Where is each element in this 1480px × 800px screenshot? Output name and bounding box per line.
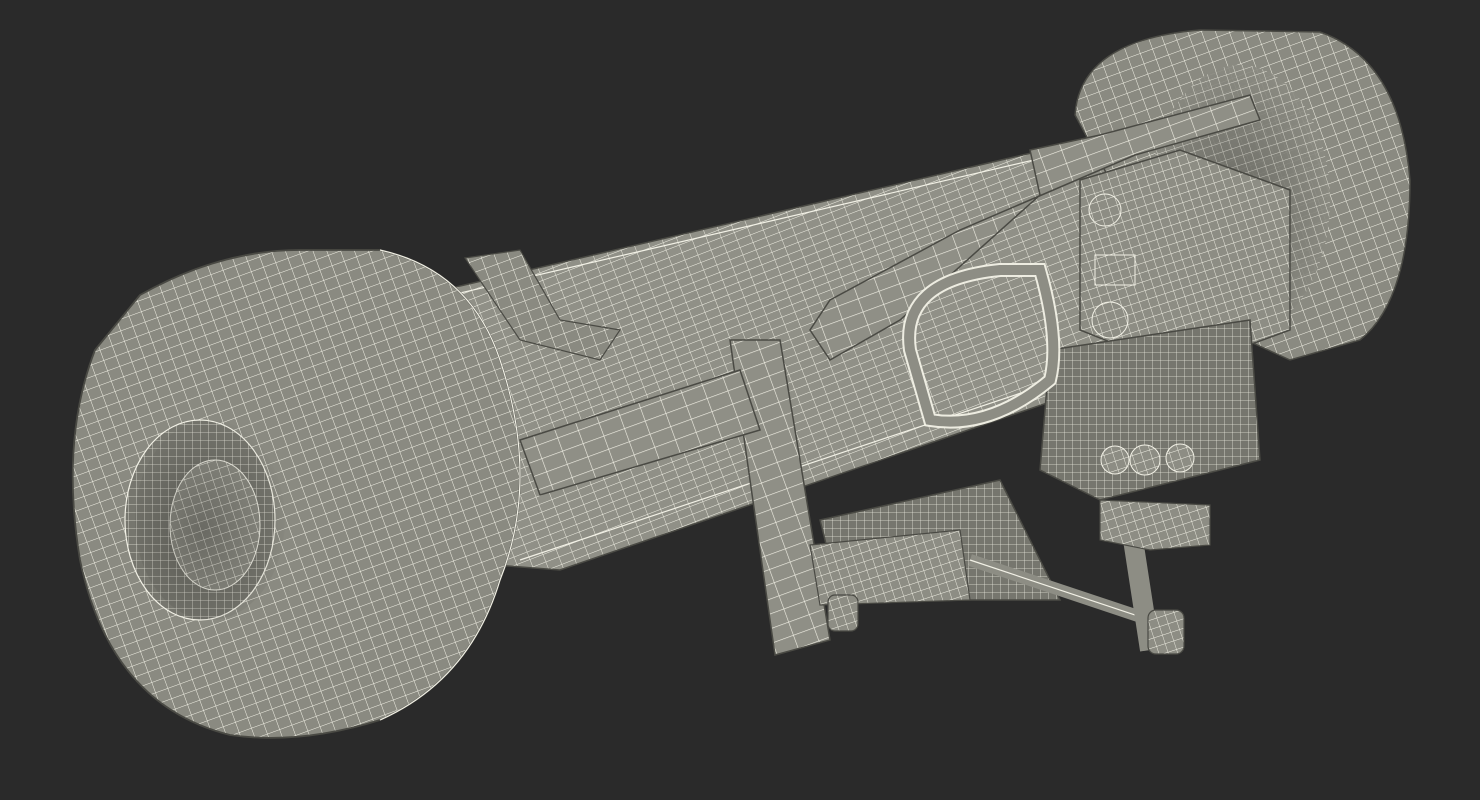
support-legs bbox=[809, 479, 1211, 655]
front-end-cap bbox=[71, 249, 521, 739]
render-viewport bbox=[0, 0, 1480, 800]
wireframe-render bbox=[71, 29, 1411, 739]
